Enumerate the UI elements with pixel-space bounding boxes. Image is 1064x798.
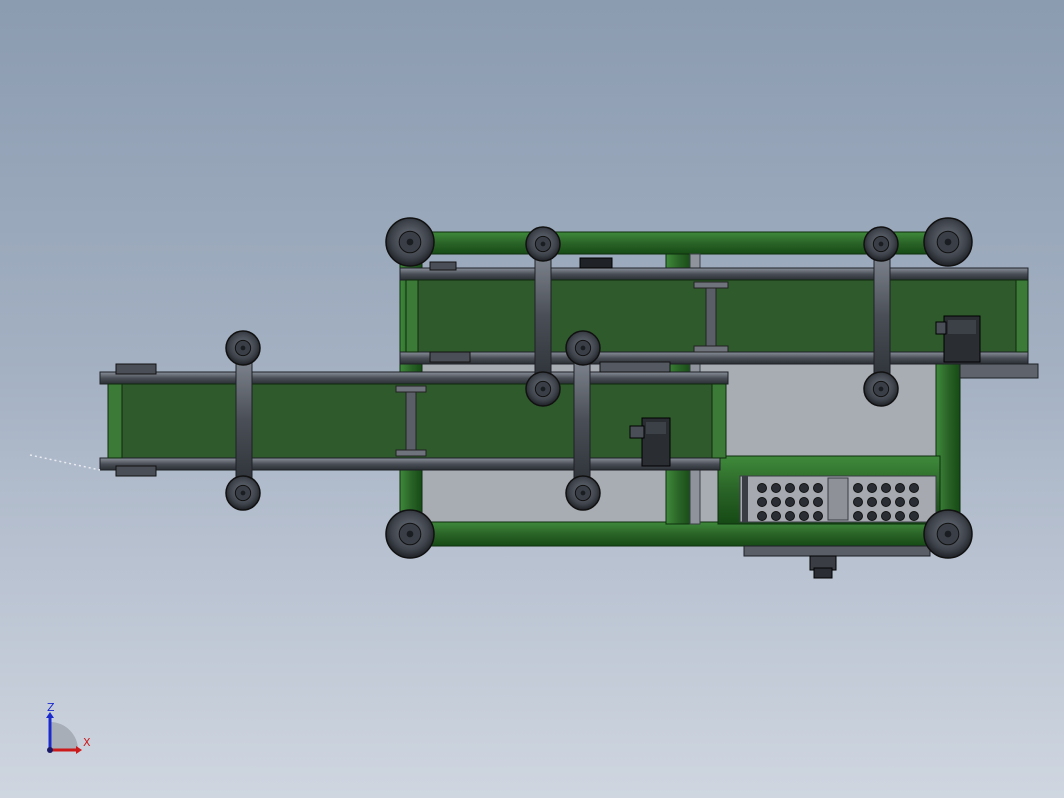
leg-upper-right (873, 241, 891, 391)
connector-port (757, 497, 767, 507)
lower-conveyor-rail-bottom (99, 457, 721, 471)
connector-port (771, 483, 781, 493)
lower-conveyor-head-roller (711, 383, 727, 459)
upper-outfeed-plate (959, 363, 1039, 379)
leg-lower-mid (573, 345, 591, 495)
x-axis-label: X (83, 736, 91, 749)
frame-bottom-beam (409, 521, 951, 547)
caster-wheel-icon (525, 226, 561, 262)
connector-port (895, 511, 905, 521)
upper-cross-brace (705, 281, 717, 353)
caster-wheel-icon (923, 217, 973, 267)
control-cabinet (717, 455, 941, 579)
caster-wheel-icon (863, 226, 899, 262)
caster-wheel-icon (863, 371, 899, 407)
lower-conveyor (29, 361, 729, 477)
connector-port (867, 483, 877, 493)
axis-triad-icon: Z X (46, 701, 91, 754)
caster-wheel-icon (525, 371, 561, 407)
connector-port (895, 497, 905, 507)
connector-port (771, 497, 781, 507)
connector-port (867, 511, 877, 521)
caster-wheel-icon (565, 330, 601, 366)
connector-port (771, 511, 781, 521)
lower-conveyor-rail-top (99, 371, 729, 385)
connector-port (853, 483, 863, 493)
upper-conveyor-belt (405, 279, 1029, 353)
caster-wheel-icon (385, 217, 435, 267)
connector-port (757, 483, 767, 493)
connector-port (813, 511, 823, 521)
connector-port (853, 511, 863, 521)
connector-port (867, 497, 877, 507)
connector-port (881, 483, 891, 493)
upper-conveyor-tail-roller (405, 279, 419, 353)
upper-conveyor (399, 257, 1039, 379)
caster-wheel-icon (385, 509, 435, 559)
connector-port (785, 483, 795, 493)
leg-upper-left (534, 241, 552, 391)
leg-lower-left (235, 345, 253, 495)
connector-port (909, 511, 919, 521)
connector-port (881, 511, 891, 521)
caster-wheel-icon (225, 330, 261, 366)
caster-wheel-icon (225, 475, 261, 511)
upper-conveyor-rail-bottom (399, 351, 1029, 365)
z-axis-label: Z (47, 701, 55, 714)
upper-conveyor-head-roller (1015, 279, 1029, 353)
connector-port (909, 497, 919, 507)
connector-port (853, 497, 863, 507)
caster-wheel-icon (565, 475, 601, 511)
cad-viewport[interactable]: Z X (0, 0, 1064, 798)
connector-port (785, 497, 795, 507)
connector-port (799, 497, 809, 507)
connector-port (895, 483, 905, 493)
lower-conveyor-tail-roller (107, 383, 123, 459)
connector-port (799, 483, 809, 493)
connector-port (881, 497, 891, 507)
connector-port (909, 483, 919, 493)
upper-conveyor-rail-top (399, 267, 1029, 281)
connector-port (785, 511, 795, 521)
connector-port (813, 483, 823, 493)
connector-port (799, 511, 809, 521)
caster-wheel-icon (923, 509, 973, 559)
connector-port (757, 511, 767, 521)
connector-port (813, 497, 823, 507)
